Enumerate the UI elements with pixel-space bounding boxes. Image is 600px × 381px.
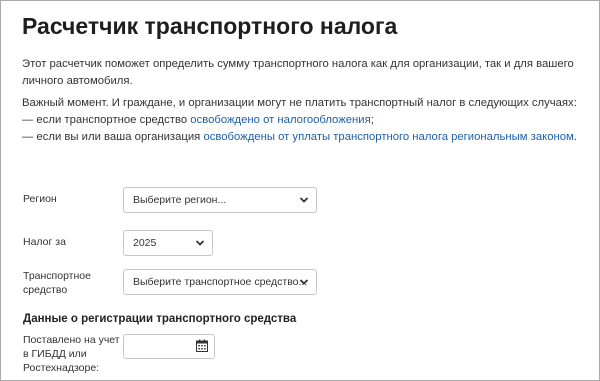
important-note: Важный момент. И граждане, и организации… <box>22 97 577 109</box>
registration-label-line-1: Поставлено на учет <box>23 334 120 346</box>
intro-line-2: личного автомобиля. <box>22 75 133 87</box>
chevron-down-icon <box>195 240 205 246</box>
vehicle-label: Транспортное средство <box>23 269 91 297</box>
chevron-down-icon <box>299 197 309 203</box>
calendar-icon[interactable] <box>196 339 208 352</box>
exemption-case-1: — если транспортное средство освобождено… <box>22 112 592 129</box>
intro-text: Этот расчетчик поможет определить сумму … <box>22 56 592 90</box>
region-select-value: Выберите регион... <box>133 194 227 206</box>
calculator-panel: Расчетчик транспортного налога Этот расч… <box>0 0 600 381</box>
registration-label-line-3: Ростехнадзоре: <box>23 362 100 374</box>
tax-year-label: Налог за <box>23 236 66 248</box>
registration-label-line-2: в ГИБДД или <box>23 348 87 360</box>
intro-line-1: Этот расчетчик поможет определить сумму … <box>22 58 574 70</box>
case-1-suffix: ; <box>370 114 374 126</box>
vehicle-label-line-1: Транспортное <box>23 270 91 282</box>
registration-section-title: Данные о регистрации транспортного средс… <box>23 313 297 325</box>
chevron-down-icon <box>299 279 309 285</box>
vehicle-label-line-2: средство <box>23 284 68 296</box>
case-2-prefix: — если вы или ваша организация <box>22 131 204 143</box>
case-1-prefix: — если транспортное средство <box>22 114 191 126</box>
registration-date-input[interactable] <box>123 334 215 359</box>
page-title: Расчетчик транспортного налога <box>22 13 398 39</box>
region-label: Регион <box>23 193 57 205</box>
exemptions-text: Важный момент. И граждане, и организации… <box>22 95 592 146</box>
registration-date-label: Поставлено на учет в ГИБДД или Ростехнад… <box>23 333 120 375</box>
tax-year-select[interactable]: 2025 <box>123 230 213 256</box>
tax-year-value: 2025 <box>133 237 157 249</box>
vehicle-select-value: Выберите транспортное средство... <box>133 276 308 288</box>
exemption-case-2: — если вы или ваша организация освобожде… <box>22 129 592 146</box>
region-select[interactable]: Выберите регион... <box>123 187 317 213</box>
case-2-suffix: . <box>573 131 577 143</box>
vehicle-select[interactable]: Выберите транспортное средство... <box>123 269 317 295</box>
regional-law-exemption-link[interactable]: освобождены от уплаты транспортного нало… <box>203 131 573 143</box>
tax-exemption-link[interactable]: освобождено от налогообложения <box>190 114 370 126</box>
